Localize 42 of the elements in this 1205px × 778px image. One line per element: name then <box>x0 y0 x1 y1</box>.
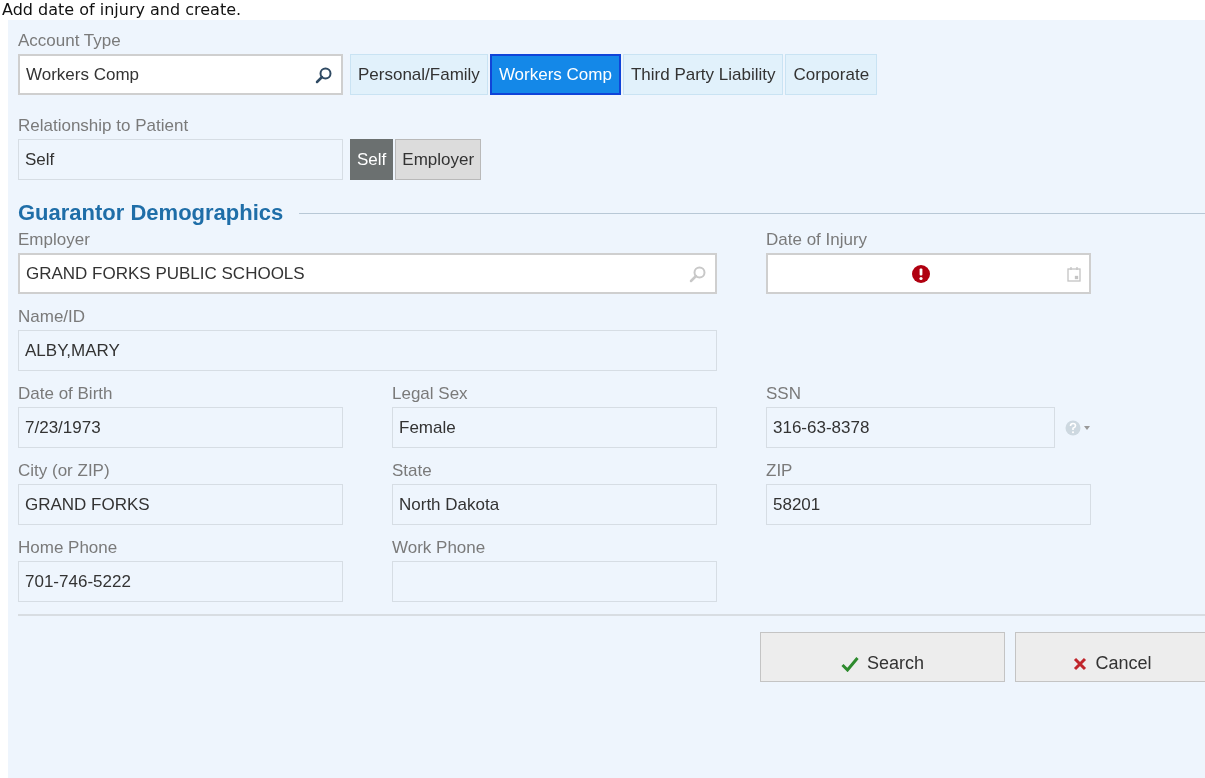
input-field[interactable]: 316-63-8378 <box>766 407 1055 448</box>
calendar-icon <box>1067 265 1081 282</box>
close-icon <box>1073 656 1088 671</box>
field-label: State <box>392 460 433 482</box>
input-field[interactable]: 701-746-5222 <box>18 561 343 602</box>
field-label: ZIP <box>766 460 794 482</box>
field-label: Date of Birth <box>18 383 114 405</box>
input-field[interactable]: Self <box>18 139 343 180</box>
instruction-text: Add date of injury and create. <box>1 0 242 20</box>
toggle-button[interactable]: Personal/Family <box>350 54 488 95</box>
input-field[interactable]: GRAND FORKS <box>18 484 343 525</box>
toggle-button[interactable]: Employer <box>395 139 482 180</box>
input-field[interactable]: 7/23/1973 <box>18 407 343 448</box>
field-label: SSN <box>766 383 802 405</box>
input-field[interactable]: 58201 <box>766 484 1091 525</box>
input-field[interactable] <box>392 561 717 602</box>
toggle-button[interactable]: Self <box>350 139 394 180</box>
field-label: Employer <box>18 229 91 251</box>
toggle-button[interactable]: Corporate <box>785 54 878 95</box>
field-label: Home Phone <box>18 537 119 559</box>
input-field[interactable]: Workers Comp <box>18 54 343 95</box>
search-icon <box>315 65 333 84</box>
toggle-button[interactable]: Third Party Liability <box>622 54 784 95</box>
date-field[interactable] <box>766 253 1091 294</box>
field-label: Name/ID <box>18 306 87 328</box>
field-label: Date of Injury <box>766 229 869 251</box>
field-label: Work Phone <box>392 537 487 559</box>
section-title: Guarantor Demographics <box>18 199 284 227</box>
input-field[interactable]: Female <box>392 407 717 448</box>
toggle-button[interactable]: Workers Comp <box>489 54 621 95</box>
checkmark-icon <box>840 655 859 672</box>
input-field[interactable]: North Dakota <box>392 484 717 525</box>
field-label: Account Type <box>18 30 122 52</box>
field-label: City (or ZIP) <box>18 460 111 482</box>
search-button[interactable]: Search <box>760 632 1005 682</box>
field-label: Legal Sex <box>392 383 469 405</box>
search-icon <box>689 264 707 283</box>
input-field[interactable]: ALBY,MARY <box>18 330 717 371</box>
input-field[interactable]: GRAND FORKS PUBLIC SCHOOLS <box>18 253 717 294</box>
help-icon <box>1065 419 1091 436</box>
field-label: Relationship to Patient <box>18 115 190 137</box>
cancel-button[interactable]: Cancel <box>1015 632 1205 682</box>
